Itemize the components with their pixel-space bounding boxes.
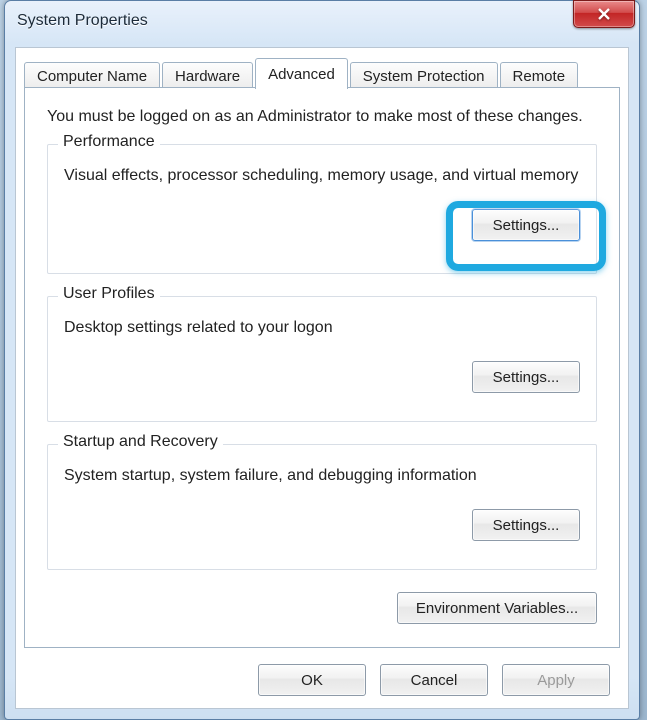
close-button[interactable] [573, 0, 635, 28]
titlebar[interactable]: System Properties [5, 1, 639, 41]
close-icon [597, 7, 611, 21]
startup-recovery-legend: Startup and Recovery [58, 433, 223, 451]
startup-recovery-group: Startup and Recovery System startup, sys… [47, 444, 597, 570]
apply-button[interactable]: Apply [502, 664, 610, 696]
performance-legend: Performance [58, 133, 160, 151]
cancel-button[interactable]: Cancel [380, 664, 488, 696]
tab-remote[interactable]: Remote [500, 62, 579, 89]
environment-variables-button[interactable]: Environment Variables... [397, 592, 597, 624]
tab-advanced[interactable]: Advanced [255, 58, 348, 89]
performance-description: Visual effects, processor scheduling, me… [64, 167, 580, 185]
user-profiles-settings-button[interactable]: Settings... [472, 361, 580, 393]
user-profiles-description: Desktop settings related to your logon [64, 319, 580, 337]
window-title: System Properties [17, 12, 573, 30]
performance-settings-button[interactable]: Settings... [472, 209, 580, 241]
ok-button[interactable]: OK [258, 664, 366, 696]
environment-variables-row: Environment Variables... [47, 592, 597, 624]
dialog-footer: OK Cancel Apply [16, 652, 628, 708]
tab-panel-advanced: You must be logged on as an Administrato… [24, 87, 620, 648]
tab-computer-name[interactable]: Computer Name [24, 62, 160, 89]
admin-notice-text: You must be logged on as an Administrato… [47, 108, 597, 126]
user-profiles-legend: User Profiles [58, 285, 160, 303]
user-profiles-group: User Profiles Desktop settings related t… [47, 296, 597, 422]
performance-group: Performance Visual effects, processor sc… [47, 144, 597, 274]
startup-recovery-description: System startup, system failure, and debu… [64, 467, 580, 485]
tab-hardware[interactable]: Hardware [162, 62, 253, 89]
tab-strip: Computer Name Hardware Advanced System P… [16, 48, 628, 88]
desktop-background: System Properties Computer Name Hardware… [0, 0, 647, 720]
tab-system-protection[interactable]: System Protection [350, 62, 498, 89]
system-properties-window: System Properties Computer Name Hardware… [4, 0, 640, 720]
client-area: Computer Name Hardware Advanced System P… [15, 47, 629, 709]
startup-recovery-settings-button[interactable]: Settings... [472, 509, 580, 541]
